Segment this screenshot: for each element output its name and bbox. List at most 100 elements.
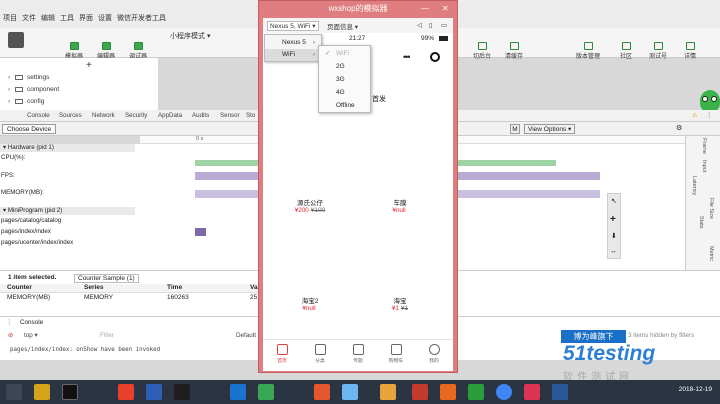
- tree-item-component[interactable]: › component: [8, 86, 59, 93]
- tab-mine[interactable]: 我的: [419, 344, 449, 364]
- version-button[interactable]: 版本管理: [574, 42, 602, 60]
- arrow-down-icon[interactable]: ⬇: [611, 232, 617, 240]
- menu-item-wifi[interactable]: ✓ WiFi: [319, 48, 370, 60]
- menu-file[interactable]: 文件: [22, 13, 36, 23]
- tab-sources[interactable]: Sources: [59, 112, 82, 119]
- community-button[interactable]: 社区: [612, 42, 640, 60]
- menu-item-4g[interactable]: 4G: [319, 87, 370, 99]
- m-button[interactable]: M: [510, 124, 520, 134]
- app-icon[interactable]: [174, 384, 190, 400]
- taskbar-clock[interactable]: 2018-12-19: [679, 386, 712, 393]
- chrome-icon[interactable]: [496, 384, 512, 400]
- table-row[interactable]: MEMORY(MB) MEMORY 160263 25: [0, 294, 270, 303]
- mute-icon[interactable]: ◁: [417, 21, 422, 29]
- tab-console[interactable]: Console: [27, 112, 50, 119]
- app-icon[interactable]: [118, 384, 134, 400]
- simulator-title-bar[interactable]: wxshop的模拟器 — ✕: [259, 1, 457, 18]
- close-icon[interactable]: ✕: [442, 1, 449, 17]
- level-select[interactable]: Default: [236, 332, 256, 339]
- context-select[interactable]: top ▾: [24, 332, 38, 339]
- menu-project[interactable]: 项目: [3, 13, 17, 23]
- app-icon[interactable]: [146, 384, 162, 400]
- tree-item-config[interactable]: › config: [8, 98, 44, 105]
- wechat-devtools-icon[interactable]: [258, 384, 274, 400]
- avatar[interactable]: [8, 32, 24, 48]
- tab-storage[interactable]: Sto: [246, 112, 255, 119]
- start-icon[interactable]: [6, 384, 22, 400]
- more-icon[interactable]: ⋮: [706, 112, 712, 119]
- home-icon[interactable]: ▭: [441, 21, 447, 29]
- cache-icon: [509, 42, 519, 50]
- tree-item-settings[interactable]: › settings: [8, 74, 49, 81]
- section-miniprogram[interactable]: ▾ MiniProgram (pid 2): [0, 207, 135, 215]
- product-card[interactable]: 海宝 ¥1 ¥1: [370, 295, 430, 312]
- tab-counter-sample[interactable]: Counter Sample (1): [74, 274, 139, 283]
- app-icon[interactable]: [524, 384, 540, 400]
- hidden-count: 3 items hidden by filters: [628, 332, 695, 339]
- tab-appdata[interactable]: AppData: [158, 112, 182, 119]
- product-card[interactable]: 源氏公仔 ¥200 ¥100: [280, 197, 340, 214]
- rotate-icon[interactable]: ▯: [429, 21, 433, 29]
- terminal-icon[interactable]: [62, 384, 78, 400]
- tab-sensor[interactable]: Sensor: [220, 112, 240, 119]
- clear-cache-button[interactable]: 清缓存: [500, 42, 528, 60]
- app-icon[interactable]: [230, 384, 246, 400]
- tab-home[interactable]: 首页: [267, 344, 297, 364]
- product-card[interactable]: 车膜 ¥null: [370, 197, 430, 214]
- app-icon[interactable]: [412, 384, 428, 400]
- product-card[interactable]: 海宝2 ¥null: [280, 295, 340, 312]
- version-icon: [583, 42, 593, 50]
- menu-edit[interactable]: 编辑: [41, 13, 55, 23]
- more-dots-icon[interactable]: •••: [403, 52, 411, 62]
- status-time: 21:27: [349, 35, 366, 42]
- mode-select[interactable]: 小程序模式 ▾: [170, 31, 260, 43]
- console-menu-icon[interactable]: ⋮: [6, 319, 12, 326]
- explorer-icon[interactable]: [34, 384, 50, 400]
- menu-item-nexus5[interactable]: Nexus 5 ›: [265, 37, 321, 49]
- menu-tools[interactable]: 工具: [60, 13, 74, 23]
- app-icon[interactable]: [380, 384, 396, 400]
- tab-category[interactable]: 分类: [305, 344, 335, 364]
- warning-icon[interactable]: ⚠: [692, 112, 698, 119]
- fit-icon[interactable]: ↔: [610, 248, 617, 255]
- details-button[interactable]: 详情: [676, 42, 704, 60]
- add-icon[interactable]: +: [86, 60, 92, 71]
- app-icon[interactable]: [342, 384, 358, 400]
- section-hardware[interactable]: ▾ Hardware (pid 1): [0, 144, 135, 152]
- view-options-select[interactable]: View Options ▾: [524, 124, 576, 134]
- tab-security[interactable]: Security: [125, 112, 147, 119]
- clear-console-icon[interactable]: ⊘: [8, 332, 13, 339]
- capsule-close-icon[interactable]: [430, 52, 440, 62]
- cart-icon: [390, 344, 402, 355]
- test-account-button[interactable]: 测试号: [644, 42, 672, 60]
- background-button[interactable]: 切后台: [468, 42, 496, 60]
- app-icon[interactable]: [314, 384, 330, 400]
- powerpoint-icon[interactable]: [440, 384, 456, 400]
- word-icon[interactable]: [552, 384, 568, 400]
- menu-item-2g[interactable]: 2G: [319, 61, 370, 73]
- tab-topic[interactable]: 专题: [343, 344, 373, 364]
- settings-icon[interactable]: ⚙: [676, 124, 682, 132]
- choose-device-button[interactable]: Choose Device: [2, 124, 57, 134]
- index-page-marker[interactable]: [195, 228, 206, 236]
- menu-wechat-devtools[interactable]: 微信开发者工具: [117, 13, 166, 23]
- app-icon[interactable]: [468, 384, 484, 400]
- filter-input[interactable]: Filter: [100, 332, 230, 341]
- page-info-select[interactable]: 页面信息 ▾: [327, 21, 358, 31]
- zoom-in-icon[interactable]: +: [610, 214, 616, 225]
- tab-network[interactable]: Network: [92, 112, 115, 119]
- tab-cart[interactable]: 购物车: [381, 344, 411, 364]
- menu-item-network[interactable]: WiFi ›: [265, 49, 321, 61]
- menu-settings[interactable]: 设置: [98, 13, 112, 23]
- tab-audits[interactable]: Audits: [192, 112, 209, 119]
- device-select[interactable]: Nexus 5, WiFi ▾: [267, 21, 319, 31]
- minimize-icon[interactable]: —: [421, 1, 429, 17]
- menu-item-3g[interactable]: 3G: [319, 74, 370, 86]
- table-header: Counter Series Time Va: [0, 284, 270, 293]
- menu-item-offline[interactable]: Offline: [319, 100, 370, 112]
- pointer-icon[interactable]: ↖: [611, 197, 617, 205]
- promo-title: 首发: [372, 96, 386, 103]
- menu-view[interactable]: 界面: [79, 13, 93, 23]
- memory-track-right: [456, 190, 600, 198]
- tab-console-drawer[interactable]: Console: [20, 319, 43, 326]
